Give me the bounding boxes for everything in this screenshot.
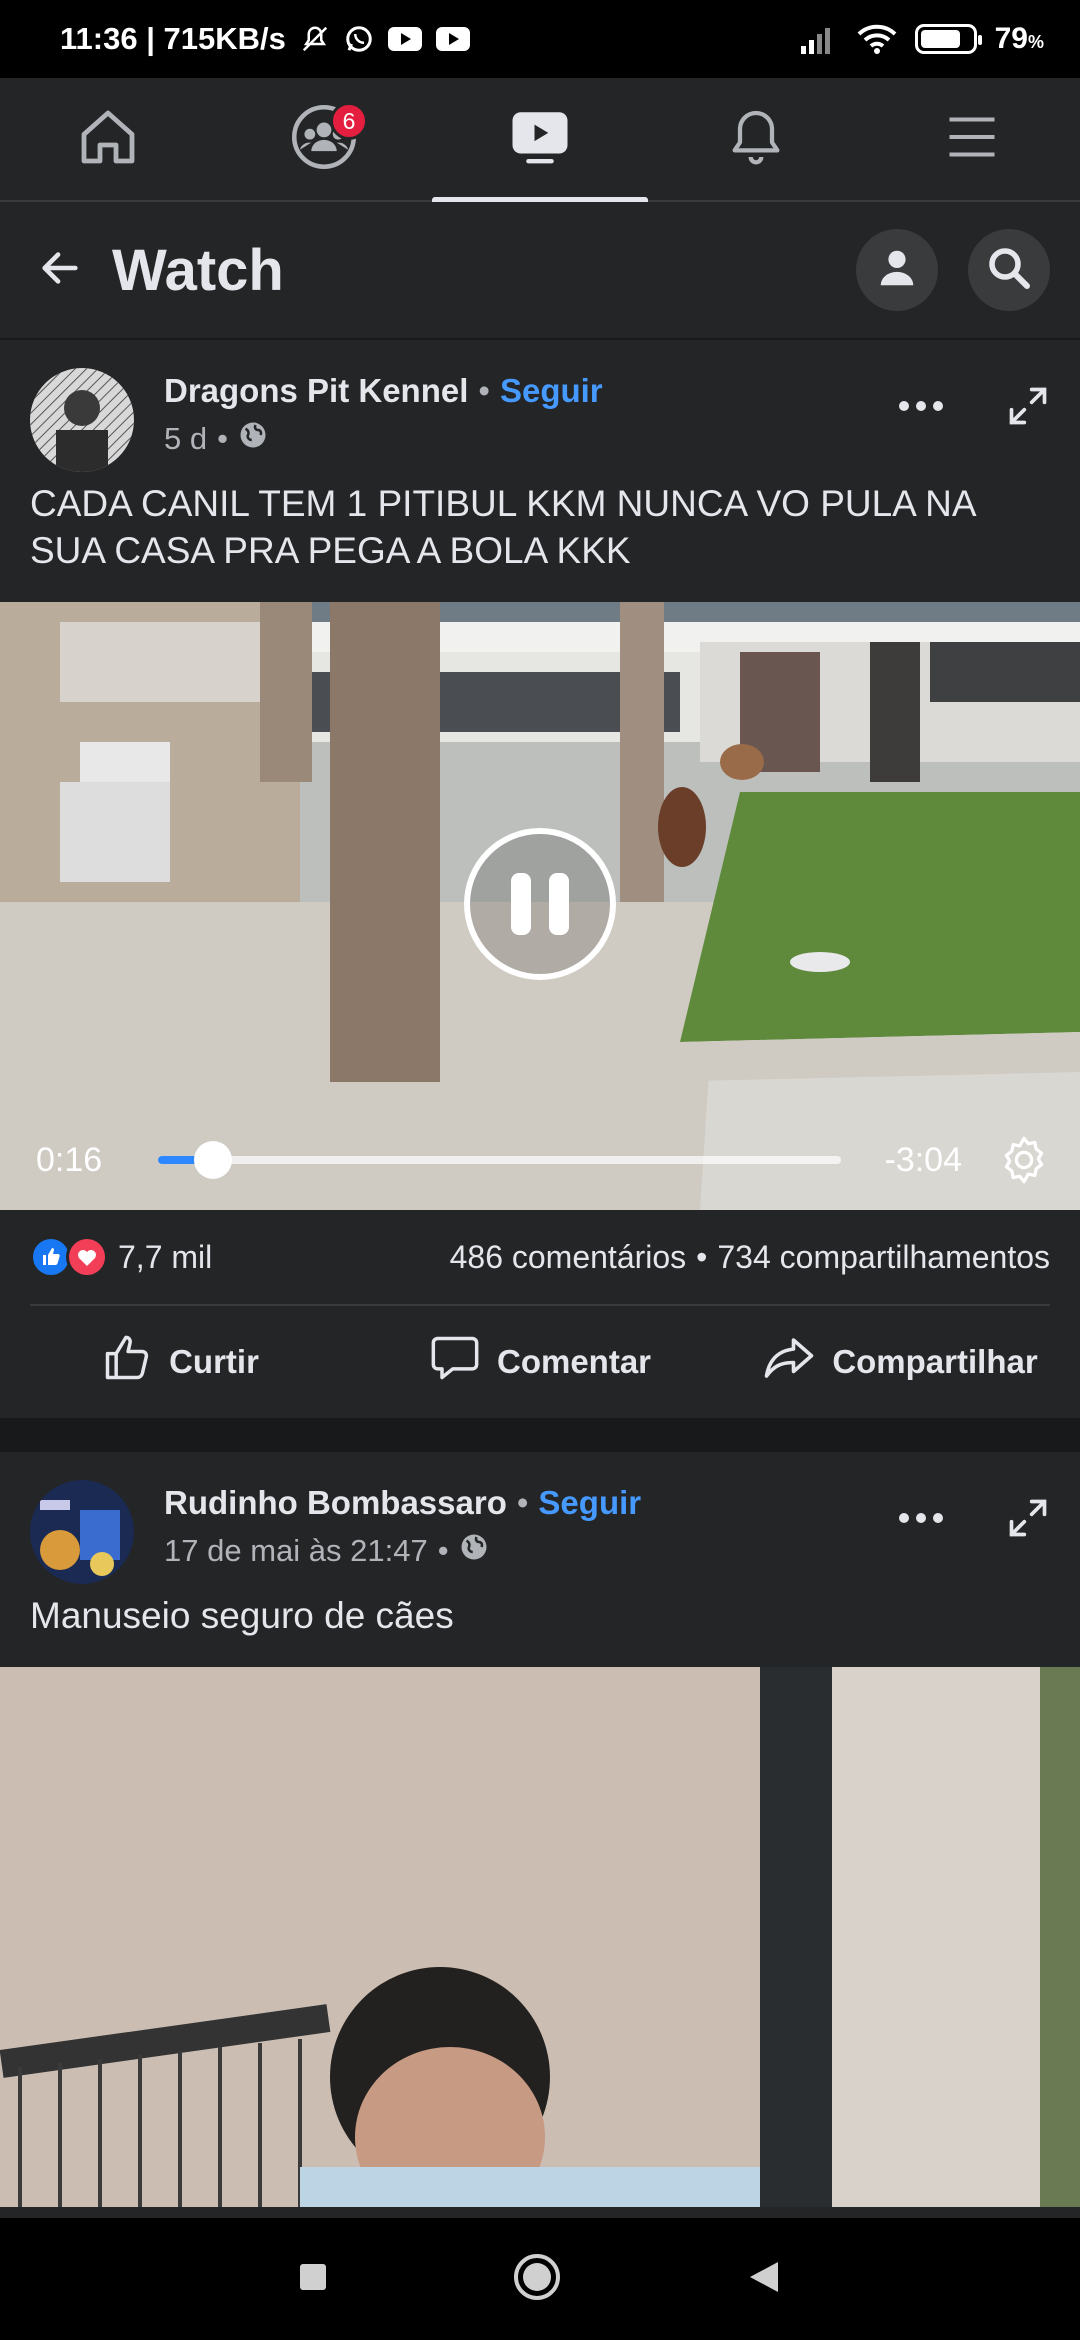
reactions-row: 7,7 mil 486 comentários • 734 compartilh… (0, 1210, 1080, 1304)
tab-home[interactable] (0, 78, 216, 200)
whatsapp-icon (344, 24, 374, 54)
watch-icon (507, 104, 573, 175)
post-text: Manuseio seguro de cães (30, 1595, 454, 1636)
status-bar: 11:36 | 715KB/s 79% (0, 0, 1080, 78)
video-player[interactable] (0, 1667, 1080, 2207)
search-icon (985, 244, 1033, 297)
like-label: Curtir (169, 1343, 259, 1380)
post-card: Dragons Pit Kennel • Seguir 5 d • CADA C… (0, 340, 1080, 1418)
expand-icon[interactable] (1006, 384, 1050, 433)
post-card: Rudinho Bombassaro • Seguir 17 de mai às… (0, 1452, 1080, 2218)
settings-icon[interactable] (998, 1134, 1050, 1186)
battery-percent: 79% (994, 22, 1044, 55)
watch-header: Watch (0, 202, 1080, 338)
recents-button[interactable] (298, 2262, 328, 2297)
thumbs-up-icon (101, 1332, 153, 1392)
poster-name[interactable]: Rudinho Bombassaro (164, 1484, 507, 1522)
separator-dot: • (437, 1533, 449, 1568)
search-button[interactable] (968, 229, 1050, 311)
page-title: Watch (112, 237, 284, 303)
tab-groups[interactable]: 6 (216, 78, 432, 200)
signal-icon (799, 24, 839, 54)
post-actions: Curtir Comentar Compartilhar (0, 1306, 1080, 1418)
post-time[interactable]: 5 d (164, 421, 207, 457)
tab-watch[interactable] (432, 78, 648, 202)
poster-name[interactable]: Dragons Pit Kennel (164, 372, 468, 410)
bell-icon (724, 105, 788, 174)
tab-notifications[interactable] (648, 78, 864, 200)
back-button[interactable] (30, 240, 90, 300)
youtube-icon (387, 27, 422, 51)
like-button[interactable]: Curtir (0, 1332, 360, 1392)
separator-dot: • (478, 372, 490, 409)
seek-handle[interactable] (193, 1141, 232, 1179)
groups-badge: 6 (330, 102, 368, 140)
pause-icon (511, 873, 531, 935)
comment-icon (429, 1332, 481, 1392)
wifi-icon (857, 24, 897, 54)
globe-icon (459, 1532, 489, 1570)
back-triangle-button[interactable] (746, 2259, 782, 2300)
mute-icon (300, 24, 330, 54)
pause-button[interactable] (464, 828, 616, 980)
comment-button[interactable]: Comentar (360, 1332, 720, 1392)
reaction-icons[interactable] (30, 1236, 108, 1278)
back-arrow-icon (37, 245, 83, 296)
battery-icon (914, 24, 982, 54)
menu-icon (942, 107, 1002, 172)
avatar[interactable] (30, 1480, 134, 1584)
status-time: 11:36 | 715KB/s (60, 21, 286, 56)
share-label: Compartilhar (832, 1343, 1038, 1380)
follow-link[interactable]: Seguir (500, 372, 603, 410)
more-options-icon[interactable] (898, 1511, 944, 1530)
home-button[interactable] (512, 2252, 562, 2307)
separator-dot: • (696, 1238, 708, 1275)
follow-link[interactable]: Seguir (538, 1484, 641, 1522)
system-nav-bar (0, 2218, 1080, 2340)
comments-count[interactable]: 486 comentários (450, 1239, 687, 1276)
elapsed-time: 0:16 (36, 1140, 103, 1179)
person-icon (874, 245, 920, 296)
separator-dot: • (217, 421, 228, 456)
profile-button[interactable] (856, 229, 938, 311)
share-icon (762, 1331, 816, 1393)
share-button[interactable]: Compartilhar (720, 1331, 1080, 1393)
video-frame (0, 1667, 1080, 2207)
globe-icon (238, 420, 268, 458)
comment-label: Comentar (496, 1343, 652, 1380)
love-reaction-icon (66, 1236, 108, 1278)
shares-count[interactable]: 734 compartilhamentos (717, 1239, 1050, 1276)
post-time[interactable]: 17 de mai às 21:47 (164, 1533, 428, 1569)
post-text: CADA CANIL TEM 1 PITIBUL KKM NUNCA VO PU… (30, 483, 975, 571)
avatar[interactable] (30, 368, 134, 472)
youtube-icon (435, 27, 470, 51)
home-icon (76, 105, 140, 174)
separator-dot: • (516, 1484, 529, 1521)
seek-bar[interactable] (158, 1141, 841, 1179)
video-controls: 0:16 -3:04 (0, 1110, 1080, 1210)
more-options-icon[interactable] (898, 399, 944, 418)
tab-menu[interactable] (864, 78, 1080, 200)
remaining-time: -3:04 (884, 1140, 963, 1179)
video-player[interactable]: 0:16 -3:04 (0, 602, 1080, 1210)
expand-icon[interactable] (1006, 1496, 1050, 1545)
reactions-count[interactable]: 7,7 mil (118, 1239, 212, 1276)
top-nav: 6 (0, 78, 1080, 202)
pause-icon (549, 873, 569, 935)
